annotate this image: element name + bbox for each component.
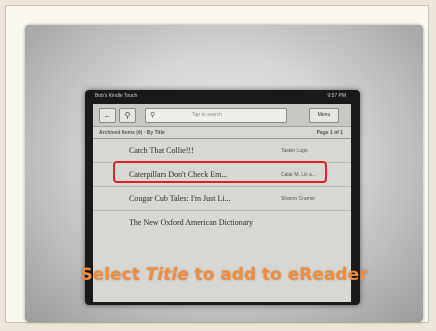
item-title: Cougar Cub Tales: I'm Just Li...	[129, 194, 231, 203]
device-name: Bob's Kindle Touch	[95, 93, 138, 99]
toolbar: ← ⚲ ⚲ Tap to search Menu	[93, 104, 351, 127]
item-author: Sharon Cramer	[281, 196, 316, 202]
list-header: Archived Items (4) · By Title Page 1 of …	[93, 128, 351, 139]
selection-highlight	[113, 161, 327, 183]
page-indicator: Page 1 of 1	[316, 130, 343, 136]
list-sort-label[interactable]: Archived Items (4) · By Title	[99, 130, 165, 136]
list-item[interactable]: Cougar Cub Tales: I'm Just Li... Sharon …	[93, 188, 351, 211]
item-author: Taskin Lugo	[281, 148, 308, 154]
menu-button[interactable]: Menu	[309, 108, 339, 123]
device-clock: 9:57 PM	[327, 93, 346, 99]
slide-caption: Select Title to add to eReader	[25, 265, 423, 285]
status-bar: Bob's Kindle Touch 9:57 PM	[85, 90, 360, 102]
slide-frame: Bob's Kindle Touch 9:57 PM ← ⚲ ⚲ Tap to …	[5, 5, 429, 323]
caption-part2: to add to eReader	[188, 265, 368, 285]
list-item[interactable]: Catch That Collie!!! Taskin Lugo	[93, 140, 351, 163]
search-input[interactable]: ⚲ Tap to search	[145, 108, 287, 123]
caption-part1: Select	[80, 265, 146, 285]
list-item[interactable]: The New Oxford American Dictionary	[93, 212, 351, 234]
caption-emphasis: Title	[145, 265, 189, 285]
item-title: Catch That Collie!!!	[129, 146, 194, 155]
search-icon: ⚲	[150, 112, 156, 119]
item-title: The New Oxford American Dictionary	[129, 218, 253, 227]
back-arrow-icon[interactable]: ←	[99, 108, 116, 123]
slide-content: Bob's Kindle Touch 9:57 PM ← ⚲ ⚲ Tap to …	[25, 25, 423, 322]
search-placeholder: Tap to search	[192, 112, 223, 118]
cart-icon[interactable]: ⚲	[119, 108, 136, 123]
